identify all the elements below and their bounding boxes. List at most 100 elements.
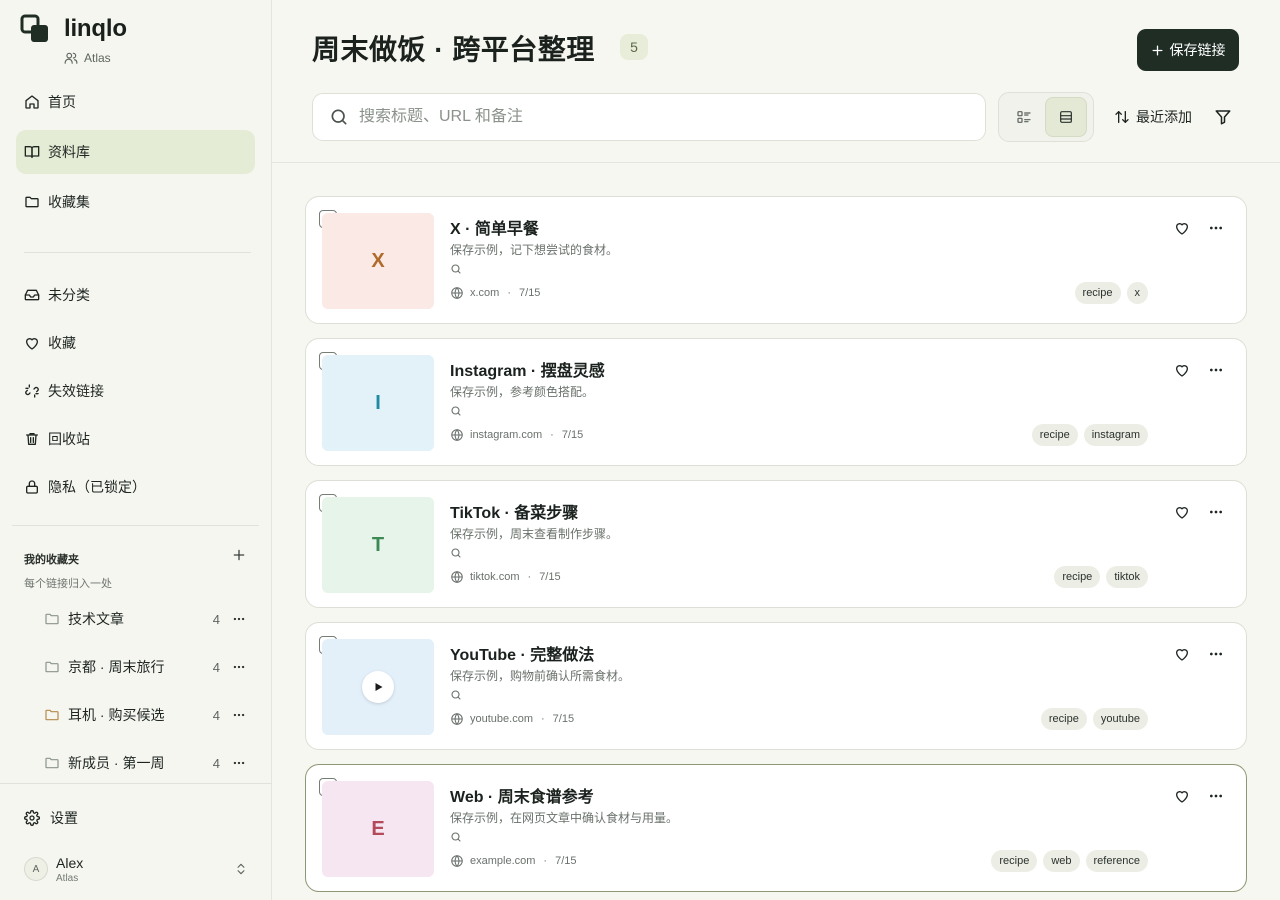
plus-icon <box>1152 45 1162 55</box>
divider <box>12 525 259 526</box>
tag[interactable]: x <box>1126 282 1148 304</box>
card-search-button[interactable] <box>450 263 462 275</box>
tag[interactable]: recipe <box>1040 708 1087 730</box>
card-meta: youtube.com · 7/15 <box>450 712 574 726</box>
card-search-button[interactable] <box>450 689 462 701</box>
separator-dot: · <box>507 287 512 299</box>
favorite-button[interactable] <box>1174 504 1190 520</box>
card-search-button[interactable] <box>450 405 462 417</box>
card-date: 7/15 <box>561 429 584 441</box>
nav-favorites[interactable]: 收藏 <box>16 321 255 365</box>
favorite-button[interactable] <box>1174 220 1190 236</box>
card-more-button[interactable] <box>1208 220 1224 236</box>
more-horizontal-icon <box>233 665 245 669</box>
sidebar: linqlo Atlas 首页 资料库 收藏集 未分类 收藏 失效链接 回收站 … <box>0 0 272 900</box>
nav-broken-links[interactable]: 失效链接 <box>16 369 255 413</box>
search-icon <box>331 109 347 125</box>
link-card[interactable]: YouTube · 完整做法 保存示例，购物前确认所需食材。 youtube.com… <box>305 622 1247 750</box>
nav-home[interactable]: 首页 <box>16 80 255 124</box>
card-tags: recipe instagram <box>1031 424 1148 446</box>
folder-item[interactable]: 京都 · 周末旅行 4 <box>36 650 248 684</box>
tag[interactable]: recipe <box>1074 282 1121 304</box>
nav-label: 首页 <box>48 94 76 110</box>
user-menu[interactable]: A Alex Atlas <box>24 852 248 886</box>
folder-item[interactable]: 耳机 · 购买候选 4 <box>36 698 248 732</box>
play-button[interactable] <box>362 671 394 703</box>
plus-icon <box>233 549 245 561</box>
sort-icon <box>1115 111 1129 123</box>
heart-icon <box>1176 507 1188 519</box>
link-card[interactable]: X X · 简单早餐 保存示例，记下想尝试的食材。 x.com · 7/15 recipe x <box>305 196 1247 324</box>
card-note: 保存示例，周末查看制作步骤。 <box>450 527 619 541</box>
page-header: 周末做饭 · 跨平台整理 5 保存链接 最近添加 <box>272 0 1280 163</box>
card-search-button[interactable] <box>450 831 462 843</box>
settings-button[interactable]: 设置 <box>24 808 78 828</box>
tag[interactable]: instagram <box>1083 424 1148 446</box>
save-link-button[interactable]: 保存链接 <box>1137 29 1239 71</box>
folder-name: 新成员 · 第一周 <box>68 755 165 771</box>
globe-icon <box>451 712 463 726</box>
folder-more-button[interactable] <box>230 756 248 770</box>
card-more-button[interactable] <box>1208 362 1224 378</box>
brand[interactable]: linqlo <box>20 13 127 45</box>
card-title[interactable]: Web · 周末食谱参考 <box>450 783 594 807</box>
link-card[interactable]: E Web · 周末食谱参考 保存示例，在网页文章中确认食材与用量。 example.… <box>305 764 1247 892</box>
folder-count: 4 <box>212 611 220 627</box>
tag[interactable]: tiktok <box>1106 566 1148 588</box>
view-card-button[interactable] <box>1045 97 1087 137</box>
list-view-icon <box>1017 111 1031 123</box>
tag[interactable]: web <box>1043 850 1080 872</box>
card-more-button[interactable] <box>1208 504 1224 520</box>
folder-more-button[interactable] <box>230 708 248 722</box>
search-box <box>312 93 986 141</box>
filter-icon <box>1215 110 1231 125</box>
folder-name: 耳机 · 购买候选 <box>68 707 165 723</box>
sort-button[interactable]: 最近添加 <box>1114 107 1192 127</box>
nav-library[interactable]: 资料库 <box>16 130 255 174</box>
thumbnail-letter: X <box>371 249 385 272</box>
user-name: Alex <box>56 854 84 871</box>
card-title[interactable]: Instagram · 摆盘灵感 <box>450 357 605 381</box>
folder-item[interactable]: 技术文章 4 <box>36 602 248 636</box>
nav-collections[interactable]: 收藏集 <box>16 180 255 224</box>
tag[interactable]: reference <box>1085 850 1148 872</box>
more-horizontal-icon <box>1210 652 1222 656</box>
card-note: 保存示例，在网页文章中确认食材与用量。 <box>450 811 679 825</box>
nav-private[interactable]: 隐私（已锁定） <box>16 465 255 509</box>
card-more-button[interactable] <box>1208 646 1224 662</box>
tag[interactable]: recipe <box>1031 424 1078 446</box>
folder-icon <box>45 709 59 721</box>
nav-unsorted[interactable]: 未分类 <box>16 273 255 317</box>
card-tags: recipe youtube <box>1040 708 1148 730</box>
tag[interactable]: recipe <box>1054 566 1101 588</box>
globe-icon <box>451 570 463 584</box>
link-card[interactable]: I Instagram · 摆盘灵感 保存示例，参考颜色搭配。 instagram.c… <box>305 338 1247 466</box>
folder-item[interactable]: 新成员 · 第一周 4 <box>36 746 248 780</box>
link-card[interactable]: T TikTok · 备菜步骤 保存示例，周末查看制作步骤。 tiktok.com · 7… <box>305 480 1247 608</box>
trash-icon <box>26 433 38 445</box>
filter-button[interactable] <box>1214 108 1232 126</box>
tag[interactable]: youtube <box>1092 708 1148 730</box>
card-title[interactable]: X · 简单早餐 <box>450 215 539 239</box>
folder-more-button[interactable] <box>230 660 248 674</box>
nav-trash[interactable]: 回收站 <box>16 417 255 461</box>
tag[interactable]: recipe <box>991 850 1038 872</box>
search-input[interactable] <box>359 108 919 126</box>
card-search-button[interactable] <box>450 547 462 559</box>
heart-icon <box>1176 649 1188 661</box>
folder-more-button[interactable] <box>230 612 248 626</box>
card-title[interactable]: TikTok · 备菜步骤 <box>450 499 578 523</box>
folder-icon <box>45 661 59 673</box>
card-domain: x.com <box>470 287 500 299</box>
add-folder-button[interactable] <box>229 545 249 565</box>
favorite-button[interactable] <box>1174 788 1190 804</box>
workspace-switch[interactable]: Atlas <box>64 51 111 65</box>
view-list-button[interactable] <box>1003 97 1045 137</box>
card-title[interactable]: YouTube · 完整做法 <box>450 641 594 665</box>
favorite-button[interactable] <box>1174 646 1190 662</box>
inbox-icon <box>24 289 40 301</box>
heart-icon <box>1176 223 1188 235</box>
card-more-button[interactable] <box>1208 788 1224 804</box>
favorite-button[interactable] <box>1174 362 1190 378</box>
more-horizontal-icon <box>1210 510 1222 514</box>
